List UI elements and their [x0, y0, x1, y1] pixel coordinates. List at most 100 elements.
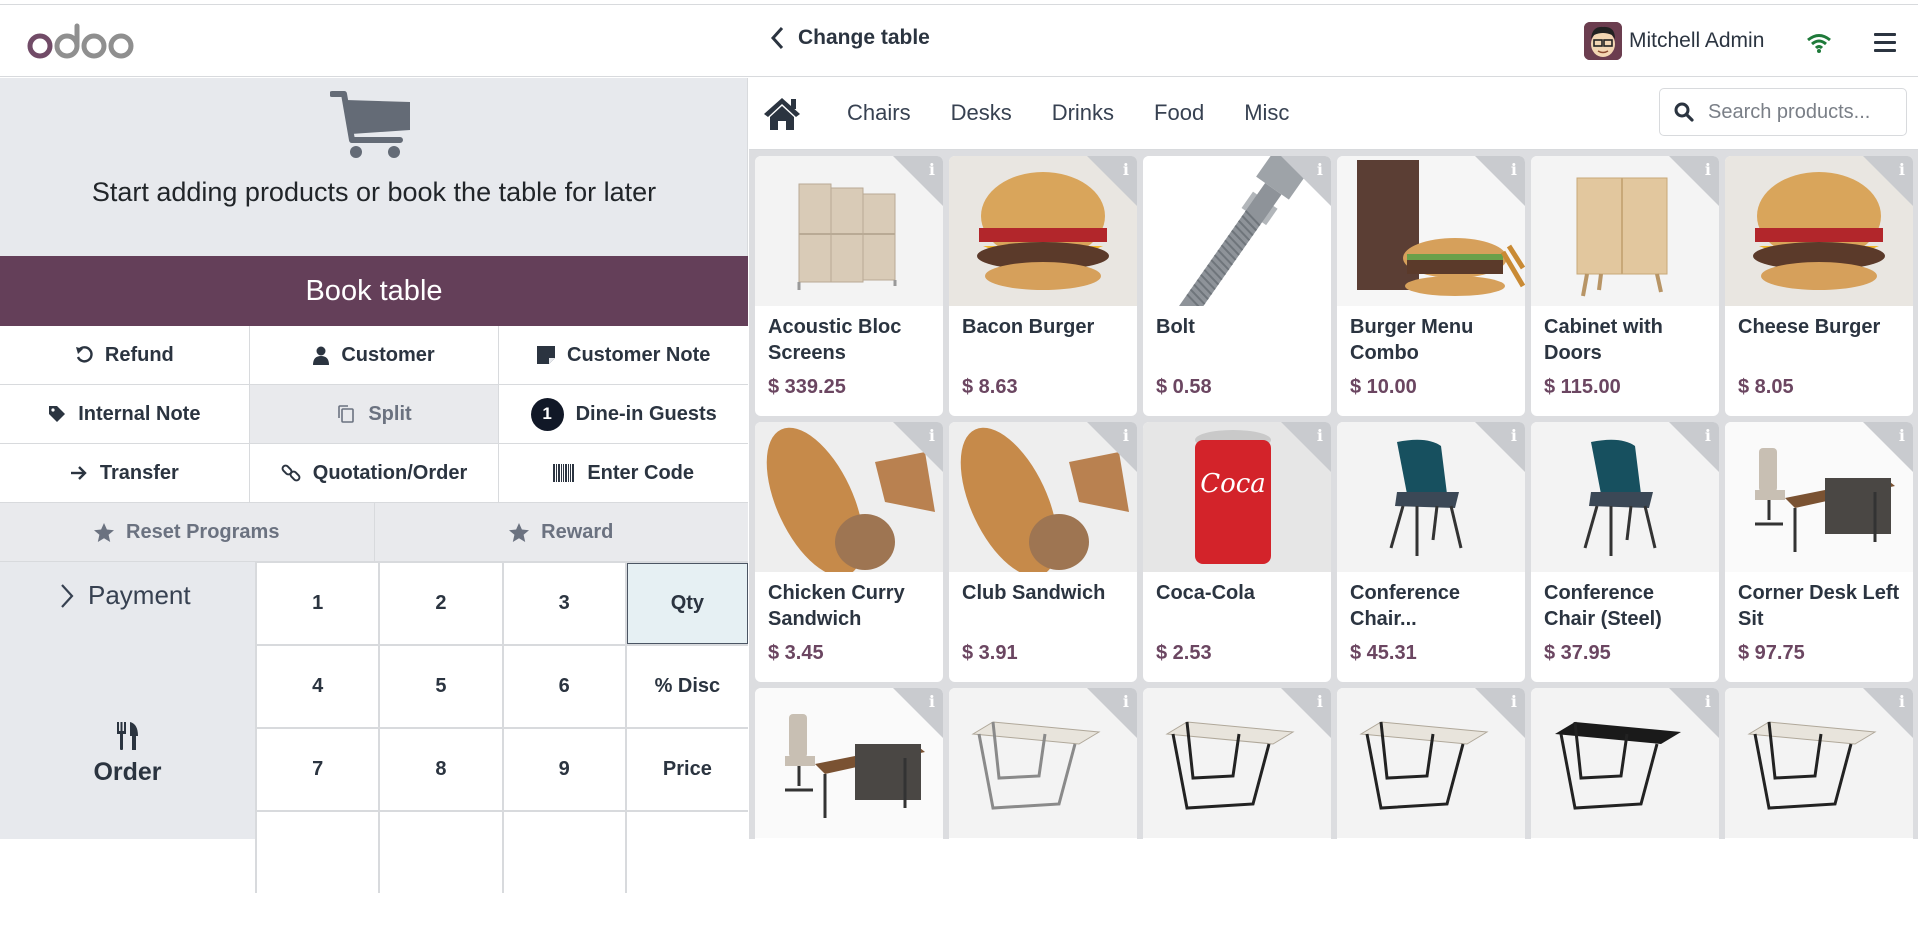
user-icon	[313, 346, 330, 365]
numpad-key-9[interactable]: 9	[503, 729, 625, 810]
category-tab-food[interactable]: Food	[1154, 100, 1204, 126]
category-tab-drinks[interactable]: Drinks	[1052, 100, 1114, 126]
product-card[interactable]: i Cabinet with Doors $ 115.00	[1531, 156, 1719, 416]
info-icon[interactable]: i	[929, 160, 935, 179]
product-image-acoustic-bloc-screens: i	[755, 156, 943, 306]
user-menu[interactable]: Mitchell Admin	[1584, 22, 1764, 60]
utensils-icon	[116, 722, 138, 750]
wifi-icon[interactable]	[1806, 32, 1832, 54]
numpad-key-qty[interactable]: Qty	[626, 563, 748, 644]
product-card[interactable]: i Club Sandwich $ 3.91	[949, 422, 1137, 682]
info-icon[interactable]: i	[929, 692, 935, 711]
order-button[interactable]: Order	[0, 722, 255, 787]
product-grid: i Acoustic Bloc Screens $ 339.25 i Bacon Bur…	[755, 156, 1915, 948]
info-icon[interactable]: i	[1123, 160, 1129, 179]
home-icon[interactable]	[763, 96, 801, 130]
product-card[interactable]: i Corner Desk Left Sit $ 97.75	[1725, 422, 1913, 682]
product-image-product: i	[1143, 688, 1331, 838]
change-table-button[interactable]: Change table	[770, 25, 930, 51]
product-card[interactable]: i	[949, 688, 1137, 948]
numpad-key-8[interactable]: 8	[380, 729, 502, 810]
info-icon[interactable]: i	[1123, 692, 1129, 711]
category-tab-chairs[interactable]: Chairs	[847, 100, 911, 126]
product-image-cheese-burger: i	[1725, 156, 1913, 306]
category-tab-misc[interactable]: Misc	[1244, 100, 1289, 126]
numpad-key-1[interactable]: 1	[257, 563, 379, 644]
category-bar: Chairs Desks Drinks Food Misc	[749, 78, 1918, 150]
reward-button[interactable]: Reward	[374, 503, 748, 561]
payment-button[interactable]: Payment	[60, 580, 191, 611]
product-card[interactable]: i Cheese Burger $ 8.05	[1725, 156, 1913, 416]
hamburger-menu-icon[interactable]	[1874, 33, 1896, 53]
product-price: $ 2.53	[1156, 642, 1212, 664]
enter-code-button[interactable]: Enter Code	[499, 444, 749, 502]
numpad-key[interactable]	[257, 812, 379, 893]
numpad-key[interactable]	[626, 812, 748, 893]
product-card[interactable]: i Bolt $ 0.58	[1143, 156, 1331, 416]
search-input[interactable]	[1708, 100, 1888, 124]
product-name: Bolt	[1156, 316, 1195, 338]
info-icon[interactable]: i	[1899, 426, 1905, 445]
product-card[interactable]: i Acoustic Bloc Screens $ 339.25	[755, 156, 943, 416]
info-icon[interactable]: i	[1511, 692, 1517, 711]
product-card[interactable]: i Chicken Curry Sandwich $ 3.45	[755, 422, 943, 682]
info-icon[interactable]: i	[1511, 426, 1517, 445]
numpad-key[interactable]	[380, 812, 502, 893]
product-price: $ 97.75	[1738, 642, 1805, 664]
customer-note-button[interactable]: Customer Note	[499, 326, 749, 384]
quotation-order-button[interactable]: Quotation/Order	[249, 444, 500, 502]
product-card[interactable]: i	[1337, 688, 1525, 948]
numpad-key-5[interactable]: 5	[380, 646, 502, 727]
odoo-logo[interactable]	[26, 19, 140, 65]
info-icon[interactable]: i	[1899, 692, 1905, 711]
link-icon	[281, 464, 301, 482]
category-tab-desks[interactable]: Desks	[951, 100, 1012, 126]
product-card[interactable]: i Burger Menu Combo $ 10.00	[1337, 156, 1525, 416]
numpad-key-2[interactable]: 2	[380, 563, 502, 644]
product-name: Chicken Curry Sandwich	[768, 582, 905, 630]
empty-order-message: Start adding products or book the table …	[91, 177, 657, 207]
info-icon[interactable]: i	[1317, 160, 1323, 179]
internal-note-button[interactable]: Internal Note	[0, 385, 250, 443]
info-icon[interactable]: i	[1705, 160, 1711, 179]
product-price: $ 45.31	[1350, 642, 1417, 664]
refund-button[interactable]: Refund	[0, 326, 250, 384]
product-card[interactable]: Coca i Coca-Cola $ 2.53	[1143, 422, 1331, 682]
dine-in-guests-button[interactable]: 1 Dine-in Guests	[499, 385, 749, 443]
product-name: Club Sandwich	[962, 582, 1106, 604]
numpad-key-3[interactable]: 3	[503, 563, 625, 644]
customer-button[interactable]: Customer	[249, 326, 500, 384]
product-price: $ 115.00	[1544, 376, 1621, 398]
numpad-key[interactable]	[503, 812, 625, 893]
info-icon[interactable]: i	[929, 426, 935, 445]
reset-programs-button[interactable]: Reset Programs	[0, 503, 375, 561]
product-card[interactable]: i Bacon Burger $ 8.63	[949, 156, 1137, 416]
product-card[interactable]: i Conference Chair... $ 45.31	[1337, 422, 1525, 682]
product-card[interactable]: i Conference Chair (Steel) $ 37.95	[1531, 422, 1719, 682]
product-card[interactable]: i	[1531, 688, 1719, 948]
info-corner	[1281, 688, 1331, 738]
numpad-key-price[interactable]: Price	[626, 729, 748, 810]
split-button[interactable]: Split	[249, 385, 500, 443]
info-icon[interactable]: i	[1317, 692, 1323, 711]
numpad-key-7[interactable]: 7	[257, 729, 379, 810]
info-icon[interactable]: i	[1899, 160, 1905, 179]
info-icon[interactable]: i	[1317, 426, 1323, 445]
order-panel: Start adding products or book the table …	[0, 78, 749, 893]
product-card[interactable]: i	[1143, 688, 1331, 948]
product-card[interactable]: i	[755, 688, 943, 948]
info-icon[interactable]: i	[1705, 426, 1711, 445]
info-icon[interactable]: i	[1705, 692, 1711, 711]
numpad-key-4[interactable]: 4	[257, 646, 379, 727]
product-image-burger-menu-combo: i	[1337, 156, 1525, 306]
product-card[interactable]: i	[1725, 688, 1913, 948]
tag-icon	[49, 406, 66, 422]
book-table-button[interactable]: Book table	[0, 256, 748, 326]
info-icon[interactable]: i	[1511, 160, 1517, 179]
numpad-key-6[interactable]: 6	[503, 646, 625, 727]
transfer-button[interactable]: Transfer	[0, 444, 250, 502]
search-box[interactable]	[1659, 88, 1907, 136]
numpad-key-disc[interactable]: % Disc	[626, 646, 748, 727]
product-image-product: i	[1531, 688, 1719, 838]
info-icon[interactable]: i	[1123, 426, 1129, 445]
